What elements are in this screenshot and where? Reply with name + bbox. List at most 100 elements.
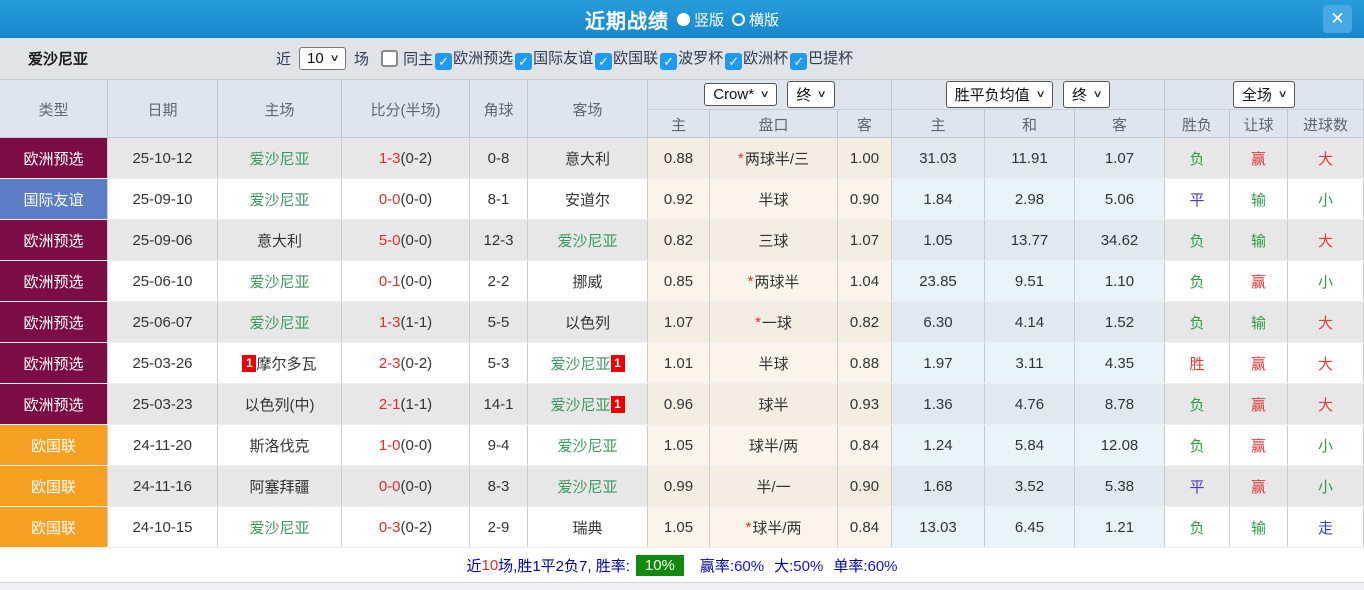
cell-avg-draw: 4.14 [985, 302, 1075, 342]
handicap-star: * [755, 314, 761, 331]
competition-label[interactable]: 欧国联 [613, 50, 658, 67]
cell-score: 5-0(0-0) [342, 220, 470, 260]
cell-corner: 2-2 [470, 261, 528, 301]
vertical-radio-label[interactable]: 竖版 [694, 9, 724, 30]
cell-competition-type: 欧洲预选 [0, 384, 108, 424]
chevron-down-icon: ∨ [1277, 89, 1287, 100]
summary-count: 10 [481, 557, 498, 574]
odds-time-select[interactable]: 终∨ [787, 81, 834, 108]
cell-date: 25-06-07 [108, 302, 218, 342]
cell-score: 0-3(0-2) [342, 507, 470, 547]
competition-label[interactable]: 国际友谊 [533, 50, 593, 67]
cell-odds-away: 0.93 [838, 384, 892, 424]
table-row: 欧洲预选25-06-10爱沙尼亚0-1(0-0)2-2挪威0.85*两球半1.0… [0, 261, 1364, 302]
handicap-star: * [745, 519, 751, 536]
competition-checkbox[interactable]: ✓ [595, 53, 612, 70]
cell-date: 25-10-12 [108, 138, 218, 178]
cell-odds-away: 0.82 [838, 302, 892, 342]
match-count-select[interactable]: 10∨ [299, 47, 346, 70]
cell-competition-type: 欧国联 [0, 425, 108, 465]
cell-avg-draw: 3.52 [985, 466, 1075, 506]
handicap-text: 球半/两 [752, 517, 801, 538]
avg-type-select[interactable]: 胜平负均值∨ [946, 81, 1053, 108]
cell-avg-away: 12.08 [1075, 425, 1165, 465]
horizontal-radio-label[interactable]: 横版 [749, 9, 779, 30]
table-header: 类型 日期 主场 比分(半场) 角球 客场 Crow*∨ 终∨ 胜平负均值∨ 终… [0, 80, 1364, 138]
close-icon[interactable]: ✕ [1323, 5, 1352, 33]
cell-result-wdl: 负 [1165, 507, 1230, 547]
cell-result-goals: 小 [1288, 425, 1364, 465]
card-badge: 1 [242, 355, 256, 372]
cell-date: 24-11-16 [108, 466, 218, 506]
avg-time-select[interactable]: 终∨ [1063, 81, 1110, 108]
table-row: 国际友谊25-09-10爱沙尼亚0-0(0-0)8-1安道尔0.92半球0.90… [0, 179, 1364, 220]
handicap-text: 两球半 [754, 271, 799, 292]
cell-home-team: 爱沙尼亚 [218, 261, 342, 301]
vertical-radio[interactable] [677, 13, 690, 26]
col-header-score: 比分(半场) [342, 80, 470, 138]
cell-avg-draw: 3.11 [985, 343, 1075, 383]
chevron-down-icon: ∨ [817, 89, 827, 100]
same-home-label[interactable]: 同主 [403, 48, 433, 69]
table-row: 欧洲预选25-10-12爱沙尼亚1-3(0-2)0-8意大利0.88*两球半/三… [0, 138, 1364, 179]
cell-result-goals: 小 [1288, 261, 1364, 301]
away-team-name: 挪威 [572, 271, 602, 292]
cell-date: 24-11-20 [108, 425, 218, 465]
fulltime-score: 0-3 [379, 519, 401, 536]
competition-checkbox[interactable]: ✓ [660, 53, 677, 70]
cell-corner: 2-9 [470, 507, 528, 547]
cell-odds-home: 0.96 [648, 384, 710, 424]
competition-label[interactable]: 欧洲杯 [743, 50, 788, 67]
table-row: 欧国联24-10-15爱沙尼亚0-3(0-2)2-9瑞典1.05*球半/两0.8… [0, 507, 1364, 548]
cell-date: 25-06-10 [108, 261, 218, 301]
title-bar: 近期战绩 竖版 横版 ✕ [0, 0, 1364, 38]
competition-checkbox[interactable]: ✓ [790, 53, 807, 70]
cell-odds-home: 0.88 [648, 138, 710, 178]
same-home-checkbox[interactable] [381, 50, 398, 67]
competition-checkbox[interactable]: ✓ [725, 53, 742, 70]
cell-result-wdl: 平 [1165, 466, 1230, 506]
home-team-name: 爱沙尼亚 [249, 189, 309, 210]
scope-group: 全场∨ [1165, 80, 1364, 110]
cell-avg-home: 1.36 [892, 384, 985, 424]
halftime-score: (0-0) [401, 273, 433, 290]
halftime-score: (0-2) [401, 355, 433, 372]
cell-result-goals: 大 [1288, 220, 1364, 260]
cell-odds-away: 1.04 [838, 261, 892, 301]
cell-avg-draw: 11.91 [985, 138, 1075, 178]
competition-label[interactable]: 欧洲预选 [453, 50, 513, 67]
odds-company-select[interactable]: Crow*∨ [704, 83, 777, 106]
cell-result-let: 赢 [1230, 384, 1288, 424]
cell-home-team: 阿塞拜疆 [218, 466, 342, 506]
cell-result-wdl: 负 [1165, 302, 1230, 342]
competition-label[interactable]: 波罗杯 [678, 50, 723, 67]
fulltime-score: 1-3 [379, 314, 401, 331]
competition-checkbox[interactable]: ✓ [435, 53, 452, 70]
col-header-corner: 角球 [470, 80, 528, 138]
cell-away-team: 爱沙尼亚1 [528, 343, 648, 383]
cell-handicap: 球半 [710, 384, 838, 424]
competition-label[interactable]: 巴提杯 [808, 50, 853, 67]
halftime-score: (1-1) [401, 314, 433, 331]
rate-label: 单率: [833, 558, 867, 575]
away-team-name: 安道尔 [565, 189, 610, 210]
horizontal-radio[interactable] [732, 13, 745, 26]
cell-result-wdl: 平 [1165, 179, 1230, 219]
table-row: 欧洲预选25-06-07爱沙尼亚1-3(1-1)5-5以色列1.07*一球0.8… [0, 302, 1364, 343]
cell-result-wdl: 负 [1165, 138, 1230, 178]
cell-odds-home: 0.82 [648, 220, 710, 260]
away-team-name: 爱沙尼亚 [557, 230, 617, 251]
handicap-text: 半球 [758, 353, 788, 374]
subcol-odds-home: 主 [648, 110, 710, 138]
scope-select[interactable]: 全场∨ [1233, 81, 1295, 108]
competition-checkbox[interactable]: ✓ [515, 53, 532, 70]
cell-competition-type: 国际友谊 [0, 179, 108, 219]
cell-odds-away: 0.84 [838, 507, 892, 547]
cell-result-goals: 小 [1288, 466, 1364, 506]
rate-label: 大: [774, 558, 793, 575]
cell-odds-away: 0.90 [838, 179, 892, 219]
cell-odds-away: 1.07 [838, 220, 892, 260]
dialog-title: 近期战绩 [585, 5, 669, 34]
home-team-name: 爱沙尼亚 [249, 148, 309, 169]
cell-handicap: 半球 [710, 179, 838, 219]
